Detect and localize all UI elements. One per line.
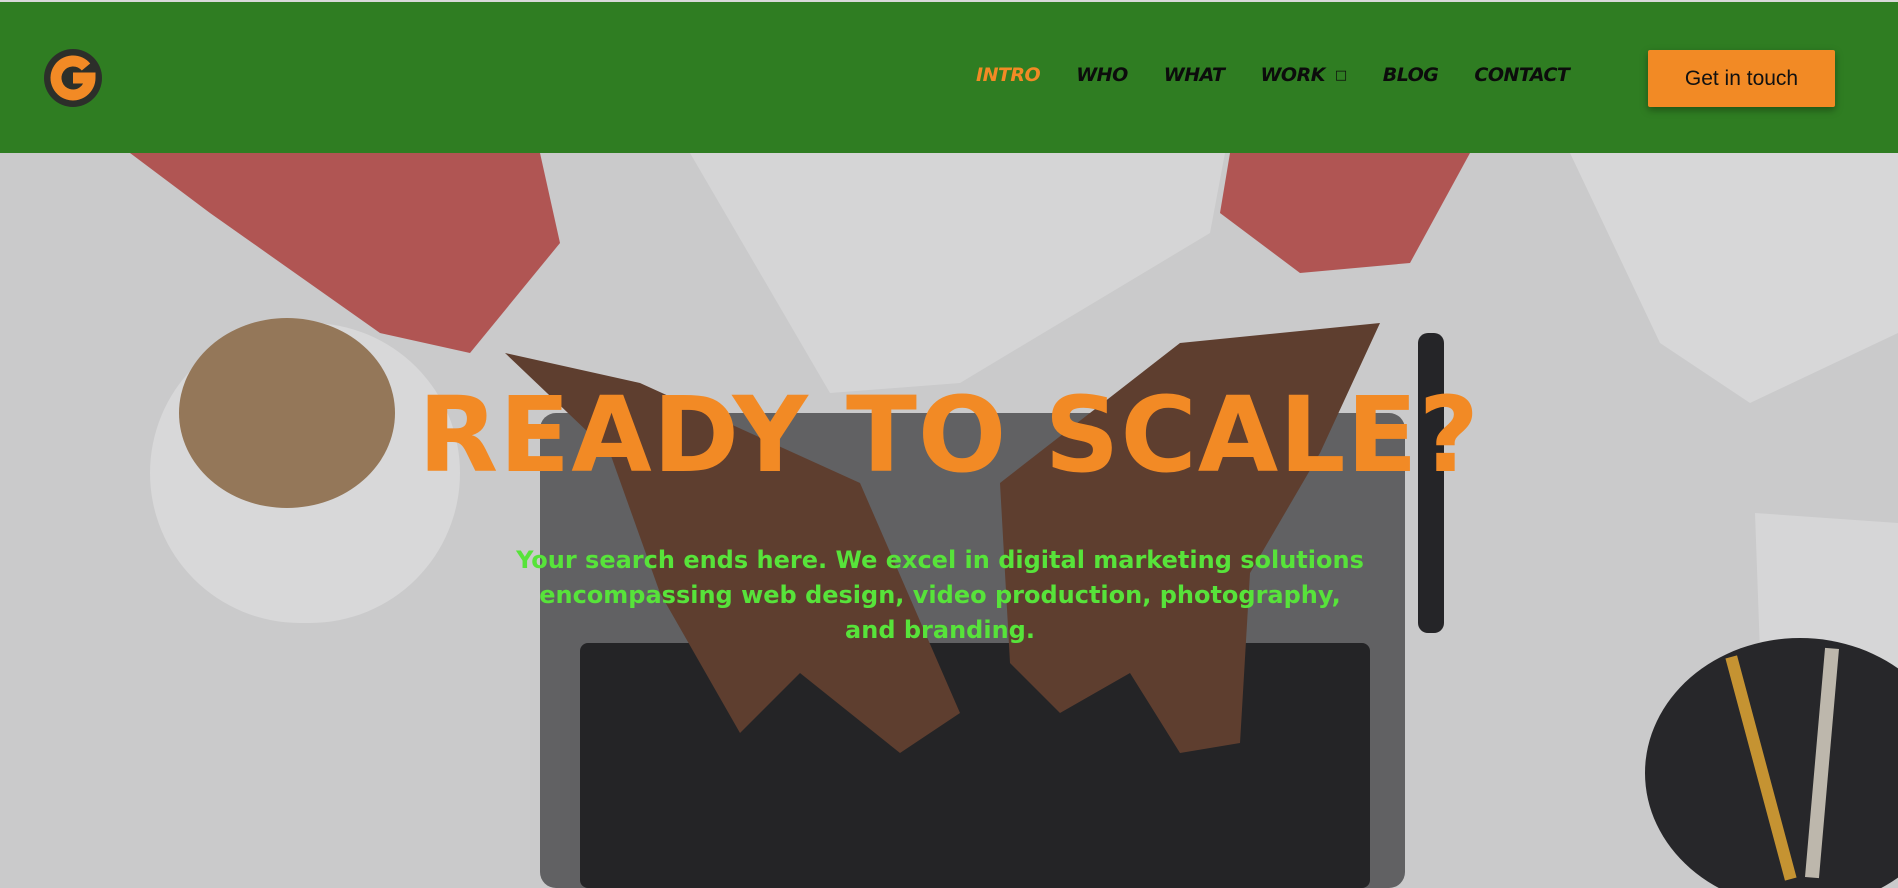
nav-item-work[interactable]: WORK □ xyxy=(1260,64,1347,86)
nav-label: WORK xyxy=(1260,64,1325,86)
hero-section: READY TO SCALE? Your search ends here. W… xyxy=(0,153,1898,888)
nav-item-who[interactable]: WHO xyxy=(1076,64,1128,86)
nav-item-what[interactable]: WHAT xyxy=(1164,64,1225,86)
main-nav: INTRO WHO WHAT WORK □ BLOG CONTACT xyxy=(976,64,1605,86)
hero-background-image xyxy=(0,153,1898,888)
nav-item-contact[interactable]: CONTACT xyxy=(1474,64,1570,86)
nav-label: CONTACT xyxy=(1474,64,1570,86)
nav-label: INTRO xyxy=(976,64,1041,86)
site-header: INTRO WHO WHAT WORK □ BLOG CONTACT Get i… xyxy=(0,0,1898,153)
get-in-touch-button[interactable]: Get in touch xyxy=(1648,50,1835,107)
nav-item-intro[interactable]: INTRO xyxy=(976,64,1041,86)
nav-label: WHO xyxy=(1076,64,1128,86)
nav-label: WHAT xyxy=(1163,64,1225,86)
hero-headline: READY TO SCALE? xyxy=(418,374,1480,496)
dropdown-icon[interactable]: □ xyxy=(1335,68,1347,83)
logo-icon[interactable] xyxy=(42,47,104,109)
hero-subheadline: Your search ends here. We excel in digit… xyxy=(516,546,1364,644)
nav-label: BLOG xyxy=(1382,64,1439,86)
nav-item-blog[interactable]: BLOG xyxy=(1383,64,1439,86)
